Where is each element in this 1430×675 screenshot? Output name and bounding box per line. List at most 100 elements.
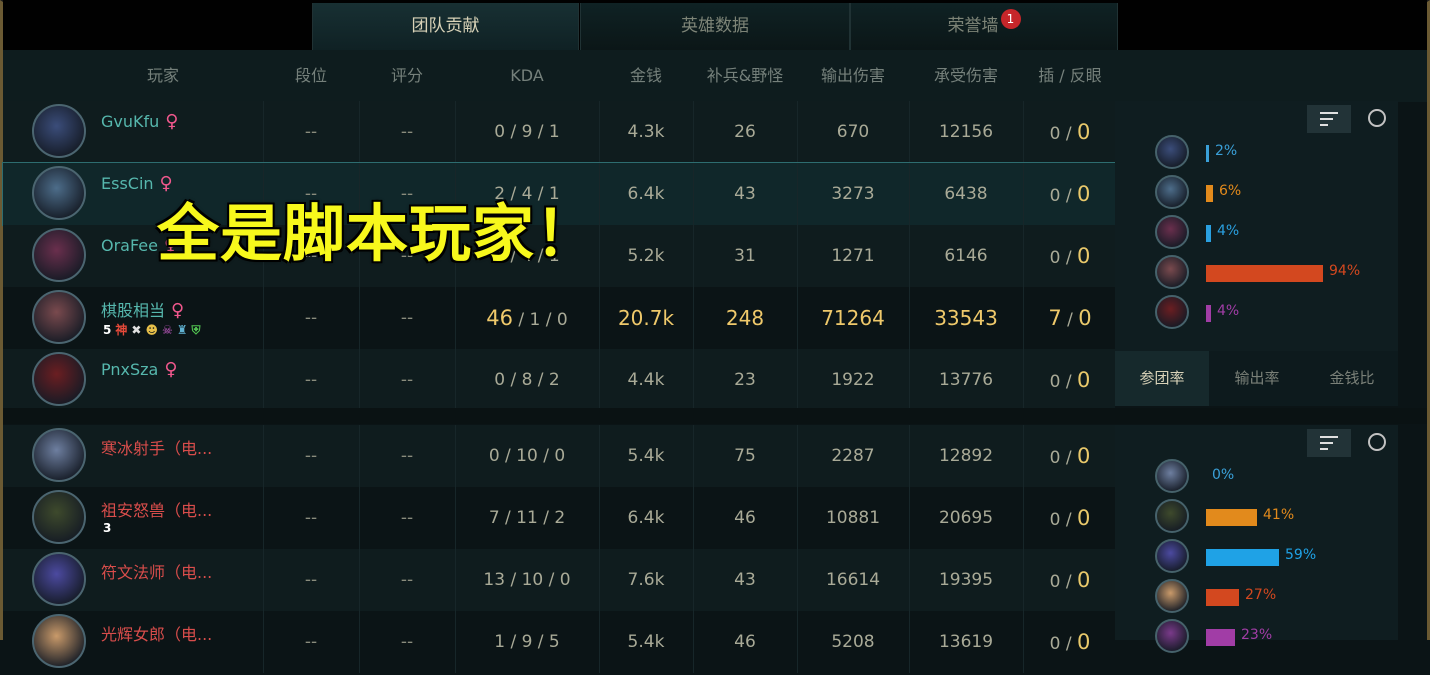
- subtab-damage-rate[interactable]: 输出率: [1210, 351, 1304, 406]
- header-damage: 输出伤害: [820, 66, 885, 85]
- cell-dmg: 3273: [831, 184, 875, 204]
- player-name-text: 棋股相当: [101, 301, 166, 320]
- percentage-bar: [1206, 509, 1257, 526]
- avatar[interactable]: [32, 290, 86, 344]
- cell-dmg: 670: [836, 122, 870, 142]
- avatar[interactable]: [32, 104, 86, 158]
- table-row[interactable]: GvuKfu ♀ -- -- 0 / 9 / 1 4.3k 26 670 12156 0 / 0: [3, 101, 1115, 163]
- list-icon: [1320, 436, 1338, 450]
- hero-portrait: [1155, 135, 1189, 169]
- cell-gold: 5.4k: [627, 632, 665, 652]
- tab-team-contribution[interactable]: 团队贡献: [312, 3, 579, 50]
- wards-separator: /: [1060, 248, 1077, 268]
- female-icon: ♀: [165, 111, 179, 132]
- wards-cleared: 0: [1077, 244, 1091, 268]
- badge-icon: ⛨: [191, 323, 201, 337]
- subtab-gold-ratio[interactable]: 金钱比: [1305, 351, 1399, 406]
- wards-cleared: 0: [1077, 568, 1091, 592]
- cell-cs: 26: [734, 122, 756, 142]
- toggle-circle-icon[interactable]: [1368, 109, 1386, 127]
- wards-placed: 0: [1049, 124, 1061, 144]
- cell-score: --: [400, 370, 414, 390]
- header-player: 玩家: [146, 66, 179, 85]
- avatar[interactable]: [32, 490, 86, 544]
- player-name[interactable]: PnxSza ♀: [101, 359, 178, 380]
- wards-separator: /: [1060, 572, 1077, 592]
- achievement-icons: 5 神 ✖ ☻ ☠ ♜ ⛨: [103, 321, 205, 338]
- avatar[interactable]: [32, 352, 86, 406]
- cell-cs: 248: [725, 306, 765, 330]
- cell-gold: 5.2k: [627, 246, 665, 266]
- cell-score: --: [400, 570, 414, 590]
- player-name[interactable]: 棋股相当 ♀: [101, 297, 184, 321]
- cell-wards: 0 / 0: [1023, 549, 1117, 611]
- cell-wards: 0 / 0: [1023, 349, 1117, 411]
- cell-score: --: [400, 446, 414, 466]
- wards-separator: /: [1060, 510, 1077, 530]
- header-wards: 插 / 反眼: [1038, 66, 1102, 85]
- player-name[interactable]: 寒冰射手（电...: [101, 435, 212, 459]
- percentage-label: 0%: [1212, 467, 1235, 483]
- cell-score: --: [400, 308, 414, 328]
- cell-cs: 23: [734, 370, 756, 390]
- cell-taken: 13776: [938, 370, 994, 390]
- cell-taken: 6146: [944, 246, 988, 266]
- list-icon: [1320, 112, 1338, 126]
- table-row[interactable]: 光辉女郎（电... -- -- 1 / 9 / 5 5.4k 46 5208 13619 0 /…: [3, 611, 1115, 673]
- player-name[interactable]: 符文法师（电...: [101, 559, 212, 583]
- table-row[interactable]: PnxSza ♀ -- -- 0 / 8 / 2 4.4k 23 1922 13776 0 / 0: [3, 349, 1115, 411]
- badge-icon: 神: [115, 323, 128, 337]
- toggle-circle-icon[interactable]: [1368, 433, 1386, 451]
- cell-dmg: 16614: [825, 570, 881, 590]
- player-name-text: GvuKfu: [101, 112, 160, 131]
- wards-cleared: 0: [1077, 368, 1091, 392]
- cell-kda: 7 / 11 / 2: [488, 508, 566, 528]
- percentage-bar: [1206, 185, 1213, 202]
- cell-wards: 0 / 0: [1023, 487, 1117, 549]
- table-header: 玩家 段位 评分 KDA 金钱 补兵&野怪 输出伤害 承受伤害 插 / 反眼: [3, 50, 1427, 102]
- hero-portrait: [1155, 215, 1189, 249]
- cell-rank: --: [304, 446, 318, 466]
- cell-taken: 6438: [944, 184, 988, 204]
- cell-dmg: 2287: [831, 446, 875, 466]
- table-row[interactable]: 祖安怒兽（电... 3 -- -- 7 / 11 / 2 6.4k 46 10881 20695…: [3, 487, 1115, 549]
- cell-cs: 75: [734, 446, 756, 466]
- tab-honor-wall[interactable]: 荣誉墙 1: [850, 3, 1118, 50]
- cell-score: --: [400, 632, 414, 652]
- wards-placed: 0: [1049, 248, 1061, 268]
- avatar[interactable]: [32, 614, 86, 668]
- cell-rank: --: [304, 632, 318, 652]
- player-name[interactable]: 祖安怒兽（电...: [101, 497, 212, 521]
- player-name[interactable]: 光辉女郎（电...: [101, 621, 212, 645]
- sort-button[interactable]: [1307, 429, 1351, 457]
- tab-hero-data[interactable]: 英雄数据: [580, 3, 850, 50]
- avatar[interactable]: [32, 228, 86, 282]
- panel-subtabs: 参团率 输出率 金钱比: [1115, 351, 1398, 406]
- header-rank: 段位: [294, 66, 327, 85]
- avatar[interactable]: [32, 552, 86, 606]
- team-divider: [3, 408, 1427, 424]
- cell-cs: 31: [734, 246, 756, 266]
- player-name[interactable]: GvuKfu ♀: [101, 111, 178, 132]
- sort-button[interactable]: [1307, 105, 1351, 133]
- tab-label: 荣誉墙: [947, 16, 999, 36]
- table-row[interactable]: 符文法师（电... -- -- 13 / 10 / 0 7.6k 43 16614 19395…: [3, 549, 1115, 611]
- player-name-text: PnxSza: [101, 360, 159, 379]
- percentage-label: 59%: [1285, 547, 1317, 563]
- cell-dmg: 10881: [825, 508, 881, 528]
- avatar[interactable]: [32, 428, 86, 482]
- percentage-bar: [1206, 265, 1323, 282]
- table-row[interactable]: 棋股相当 ♀ 5 神 ✖ ☻ ☠ ♜ ⛨ -- -- 46 / 1 / 0 20.7k 248 71264 3…: [3, 287, 1115, 349]
- female-icon: ♀: [164, 359, 178, 380]
- subtab-participation[interactable]: 参团率: [1115, 351, 1209, 406]
- avatar[interactable]: [32, 166, 86, 220]
- table-row[interactable]: 寒冰射手（电... -- -- 0 / 10 / 0 5.4k 75 2287 12892 0 …: [3, 425, 1115, 487]
- wards-separator: /: [1060, 634, 1077, 654]
- wards-cleared: 0: [1077, 630, 1091, 654]
- percentage-bar: [1206, 145, 1209, 162]
- hero-portrait: [1155, 459, 1189, 493]
- cell-taken: 12892: [938, 446, 994, 466]
- cell-score: --: [400, 122, 414, 142]
- badge-icon: 5: [103, 323, 112, 337]
- cell-rank: --: [304, 308, 318, 328]
